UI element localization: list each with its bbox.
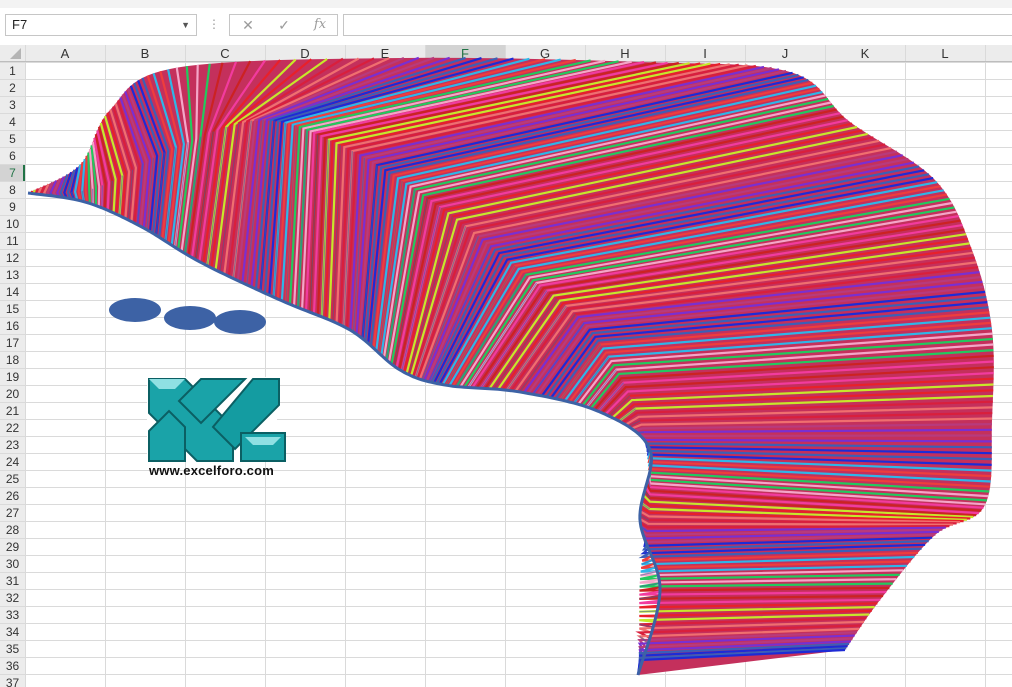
formula-bar: F7 ▼ ⋮ ✕ ✓ fx bbox=[0, 8, 1012, 42]
row-header-2[interactable]: 2 bbox=[9, 81, 16, 95]
row-header-13[interactable]: 13 bbox=[6, 268, 20, 282]
column-header-C[interactable]: C bbox=[220, 46, 229, 61]
formula-input[interactable] bbox=[343, 14, 1012, 36]
column-header-A[interactable]: A bbox=[61, 46, 70, 61]
row-header-35[interactable]: 35 bbox=[6, 642, 20, 656]
row-header-8[interactable]: 8 bbox=[9, 183, 16, 197]
worksheet-grid[interactable]: A B C D E F G H I J K L1234567891011121314151617181… bbox=[0, 45, 1012, 687]
row-header-20[interactable]: 20 bbox=[6, 387, 20, 401]
row-header-25[interactable]: 25 bbox=[6, 472, 20, 486]
column-header-B[interactable]: B bbox=[141, 46, 150, 61]
row-header-33[interactable]: 33 bbox=[6, 608, 20, 622]
row-header-15[interactable]: 15 bbox=[6, 302, 20, 316]
column-header-D[interactable]: D bbox=[300, 46, 309, 61]
row-header-23[interactable]: 23 bbox=[6, 438, 20, 452]
row-header-11[interactable]: 11 bbox=[6, 234, 19, 248]
column-header-G[interactable]: G bbox=[540, 46, 550, 61]
column-header-J[interactable]: J bbox=[782, 46, 789, 61]
row-header-37[interactable]: 37 bbox=[6, 676, 20, 687]
row-header-36[interactable]: 36 bbox=[6, 659, 20, 673]
row-header-28[interactable]: 28 bbox=[6, 523, 20, 537]
name-box-value: F7 bbox=[12, 17, 28, 32]
row-header-7[interactable]: 7 bbox=[9, 166, 16, 180]
column-header-K[interactable]: K bbox=[861, 46, 870, 61]
row-header-17[interactable]: 17 bbox=[6, 336, 20, 350]
top-strip bbox=[0, 0, 1012, 8]
column-header-F[interactable]: F bbox=[461, 46, 469, 61]
row-header-3[interactable]: 3 bbox=[9, 98, 16, 112]
row-header-27[interactable]: 27 bbox=[6, 506, 20, 520]
name-box[interactable]: F7 ▼ bbox=[5, 14, 197, 36]
enter-icon[interactable]: ✓ bbox=[274, 15, 294, 35]
row-header-22[interactable]: 22 bbox=[6, 421, 20, 435]
insert-function-icon[interactable]: fx bbox=[310, 15, 330, 35]
excelforo-logo: www.excelforo.com bbox=[145, 375, 305, 485]
row-header-10[interactable]: 10 bbox=[6, 217, 20, 231]
row-header-6[interactable]: 6 bbox=[9, 149, 16, 163]
row-header-4[interactable]: 4 bbox=[9, 115, 16, 129]
row-header-9[interactable]: 9 bbox=[9, 200, 16, 214]
x-logo-icon bbox=[147, 377, 286, 462]
row-header-30[interactable]: 30 bbox=[6, 557, 20, 571]
column-header-I[interactable]: I bbox=[703, 46, 707, 61]
row-header-34[interactable]: 34 bbox=[6, 625, 20, 639]
row-header-32[interactable]: 32 bbox=[6, 591, 20, 605]
row-header-12[interactable]: 12 bbox=[6, 251, 20, 265]
column-header-L[interactable]: L bbox=[941, 46, 948, 61]
row-header-19[interactable]: 19 bbox=[6, 370, 20, 384]
row-header-29[interactable]: 29 bbox=[6, 540, 20, 554]
more-options-icon[interactable]: ⋮ bbox=[208, 17, 220, 31]
row-header-21[interactable]: 21 bbox=[6, 404, 20, 418]
row-header-1[interactable]: 1 bbox=[9, 64, 16, 78]
row-header-16[interactable]: 16 bbox=[6, 319, 20, 333]
formula-buttons: ✕ ✓ fx bbox=[229, 14, 338, 36]
chevron-down-icon[interactable]: ▼ bbox=[181, 15, 190, 35]
row-header-31[interactable]: 31 bbox=[6, 574, 20, 588]
row-header-5[interactable]: 5 bbox=[9, 132, 16, 146]
row-header-14[interactable]: 14 bbox=[6, 285, 20, 299]
logo-url-text: www.excelforo.com bbox=[149, 463, 275, 478]
row-header-18[interactable]: 18 bbox=[6, 353, 20, 367]
cancel-icon[interactable]: ✕ bbox=[238, 15, 258, 35]
row-header-26[interactable]: 26 bbox=[6, 489, 20, 503]
column-header-E[interactable]: E bbox=[381, 46, 390, 61]
column-header-H[interactable]: H bbox=[620, 46, 629, 61]
row-header-24[interactable]: 24 bbox=[6, 455, 20, 469]
